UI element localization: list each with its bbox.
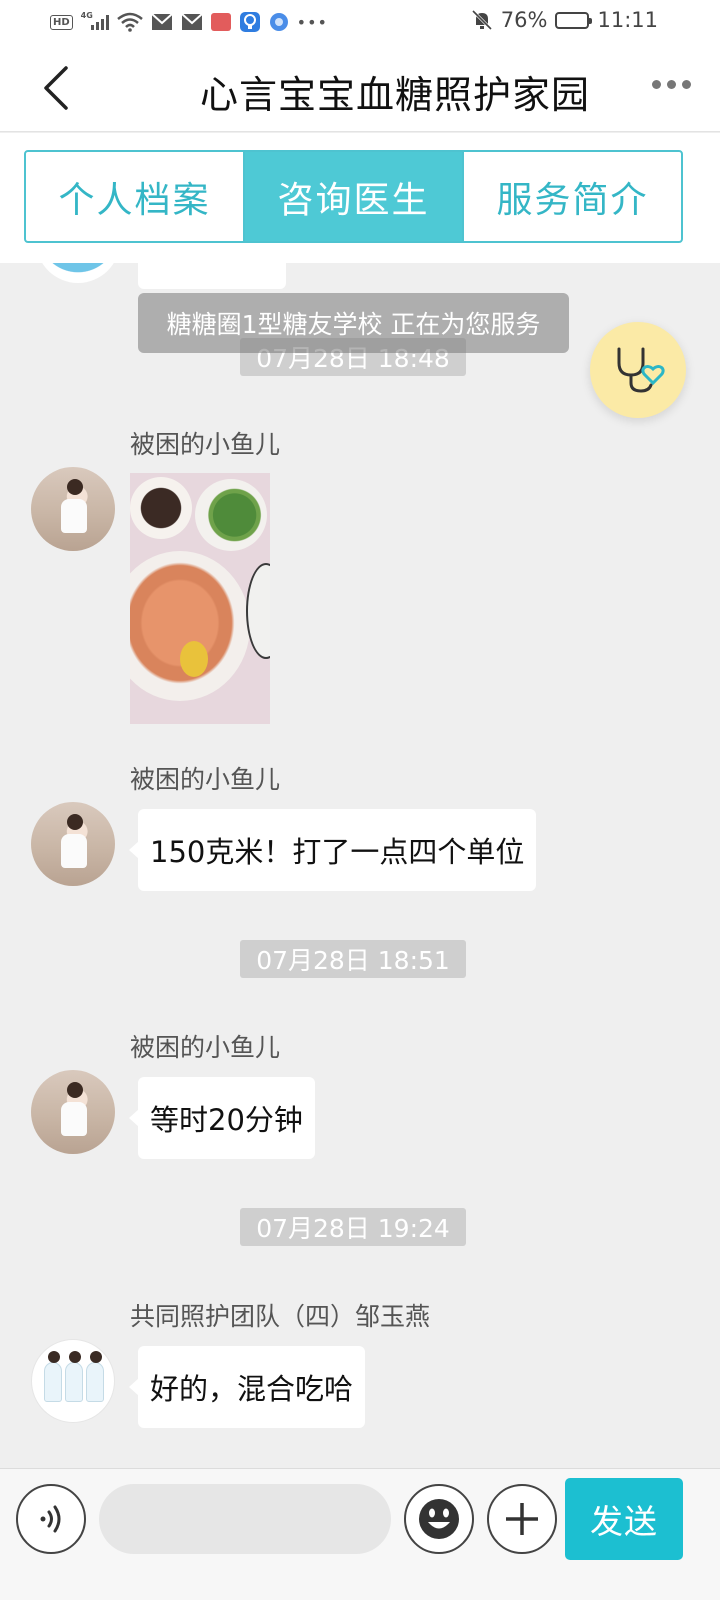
more-dots-icon: ••• (296, 12, 328, 32)
timestamp-label: 07月28日 19:24 (240, 1208, 466, 1246)
avatar[interactable] (31, 1070, 115, 1154)
chevron-left-icon (44, 66, 68, 110)
avatar[interactable] (31, 1339, 115, 1423)
battery-percent: 76% (500, 8, 548, 32)
sender-name: 共同照护团队（四）邹玉燕 (130, 1302, 431, 1331)
hd-icon: HD (50, 14, 73, 30)
message-bubble[interactable]: 150克米！打了一点四个单位 (128, 809, 537, 891)
status-bar-right: 76% 11:11 (471, 8, 658, 32)
bottom-edge (0, 1580, 720, 1600)
page-title: 心言宝宝血糖照护家园 (200, 73, 591, 117)
wifi-icon (116, 12, 143, 32)
timestamp-label: 07月28日 18:51 (240, 940, 466, 978)
message-input[interactable] (99, 1484, 391, 1554)
app-icon (210, 13, 231, 31)
sender-name: 被困的小鱼儿 (130, 430, 281, 459)
more-dots-icon[interactable] (652, 80, 691, 89)
voice-button[interactable] (16, 1484, 86, 1554)
status-bar: HD 4G ••• 76% 11:11 (0, 0, 720, 44)
back-button[interactable] (30, 58, 90, 118)
tab-area: 个人档案 咨询医生 服务简介 (0, 133, 720, 263)
avatar[interactable] (31, 802, 115, 886)
stethoscope-heart-icon (617, 347, 665, 393)
emoji-icon (419, 1499, 459, 1539)
message-image[interactable] (130, 473, 270, 724)
plus-button[interactable] (487, 1484, 557, 1554)
battery-icon (555, 11, 593, 29)
mute-icon (471, 9, 492, 31)
browser-icon (269, 13, 288, 31)
message-bubble[interactable]: 等时20分钟 (129, 1077, 315, 1159)
mail-icon (151, 13, 173, 30)
plus-icon (506, 1503, 538, 1535)
tab-bar: 个人档案 咨询医生 服务简介 (24, 150, 683, 243)
service-notice: 糖糖圈1型糖友学校 正在为您服务 (138, 293, 569, 353)
send-button[interactable]: 发送 (565, 1478, 683, 1560)
mail-icon (181, 13, 203, 30)
emoji-button[interactable] (404, 1484, 474, 1554)
doctor-fab-button[interactable] (590, 322, 686, 418)
clock: 11:11 (597, 8, 658, 32)
tab-profile[interactable]: 个人档案 (26, 152, 243, 241)
tab-consult-doctor[interactable]: 咨询医生 (243, 152, 462, 241)
message-bubble[interactable]: 好的，混合吃哈 (128, 1346, 366, 1428)
status-bar-left: HD 4G ••• (50, 10, 328, 34)
app-header: 心言宝宝血糖照护家园 (0, 44, 720, 132)
sender-name: 被困的小鱼儿 (130, 765, 281, 794)
avatar[interactable] (36, 263, 120, 283)
tab-service-intro[interactable]: 服务简介 (462, 152, 681, 241)
signal-icon: 4G (80, 11, 109, 30)
avatar[interactable] (31, 467, 115, 551)
message-bubble (138, 263, 286, 289)
sender-name: 被困的小鱼儿 (130, 1033, 281, 1062)
voice-icon (40, 1505, 61, 1533)
chat-area[interactable]: 07月28日 18:48 糖糖圈1型糖友学校 正在为您服务 被困的小鱼儿 被困的… (0, 263, 720, 1468)
network-type-label: 4G (80, 11, 93, 20)
bulb-icon (239, 12, 260, 32)
